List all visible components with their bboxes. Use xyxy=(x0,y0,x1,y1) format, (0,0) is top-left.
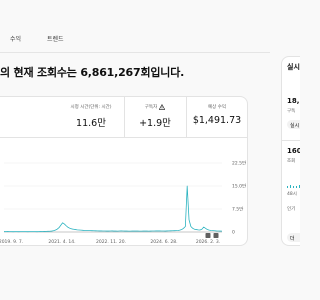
anomaly-marker xyxy=(213,233,219,238)
tab-trends[interactable]: 트렌드 xyxy=(47,34,64,43)
x-tick-label: 2024. 6. 28. xyxy=(150,239,177,245)
metric-subscribers-label: 구독자 xyxy=(144,105,158,110)
metric-watch-time[interactable]: 시청 시간(단위: 시간) 11.6만 xyxy=(60,104,122,129)
warning-icon[interactable] xyxy=(159,104,166,110)
realtime-views-count: 160 xyxy=(287,147,300,155)
tab-revenue[interactable]: 수익 xyxy=(10,34,21,43)
tab-bar: 수익 트렌드 xyxy=(0,28,270,54)
x-tick-label: 2022. 11. 20. xyxy=(96,239,126,245)
y-tick-label: 0 xyxy=(232,230,235,236)
y-tick-label: 22.5만 xyxy=(232,160,246,167)
realtime-48h-label: 48시 xyxy=(287,192,297,197)
x-tick-label: 2019. 9. 7. xyxy=(0,239,23,245)
overview-card: 시청 시간(단위: 시간) 11.6만 구독자 +1.9만 예상 수익 $1,4… xyxy=(0,96,248,246)
realtime-more-button[interactable]: 더 xyxy=(287,233,300,242)
metric-revenue-value: $1,491.73 xyxy=(192,115,242,126)
realtime-chip-button[interactable]: 실시 xyxy=(287,120,300,129)
x-tick-label: 2021. 4. 14. xyxy=(48,239,75,245)
side-divider xyxy=(282,140,300,141)
realtime-title: 실시 xyxy=(287,63,300,71)
x-tick-label: 2026. 2. 3. xyxy=(196,239,220,245)
y-tick-label: 7.5만 xyxy=(232,206,243,213)
metric-watch-time-value: 11.6만 xyxy=(76,118,106,129)
views-headline: 의 현재 조회수는 6,861,267회입니다. xyxy=(0,66,185,79)
tabs-divider xyxy=(0,52,270,53)
realtime-sparkline xyxy=(287,185,300,188)
realtime-subscriber-label: 구독 xyxy=(287,109,296,114)
metric-revenue[interactable]: 예상 수익 $1,491.73 xyxy=(186,104,247,126)
card-divider xyxy=(0,137,247,138)
metric-revenue-label: 예상 수익 xyxy=(208,105,226,110)
anomaly-marker xyxy=(205,233,211,238)
realtime-card: 실시 18, 구독 실시 160 조회 48시 인기 더 xyxy=(281,56,300,246)
analytics-page: 수익 트렌드 의 현재 조회수는 6,861,267회입니다. 시청 시간(단위… xyxy=(0,0,300,300)
metric-subscribers[interactable]: 구독자 +1.9만 xyxy=(124,104,186,129)
views-line-chart[interactable]: 22.5만 15.0만 7.5만 0 2019. 9. 7. 2021. 4. 14. 20… xyxy=(0,153,248,246)
realtime-popular-label: 인기 xyxy=(287,207,296,212)
realtime-subscriber-count: 18, xyxy=(287,97,300,105)
metric-subscribers-value: +1.9만 xyxy=(139,118,171,129)
realtime-views-label: 조회 xyxy=(287,159,296,164)
metric-watch-time-label: 시청 시간(단위: 시간) xyxy=(70,105,112,110)
y-tick-label: 15.0만 xyxy=(232,183,246,190)
